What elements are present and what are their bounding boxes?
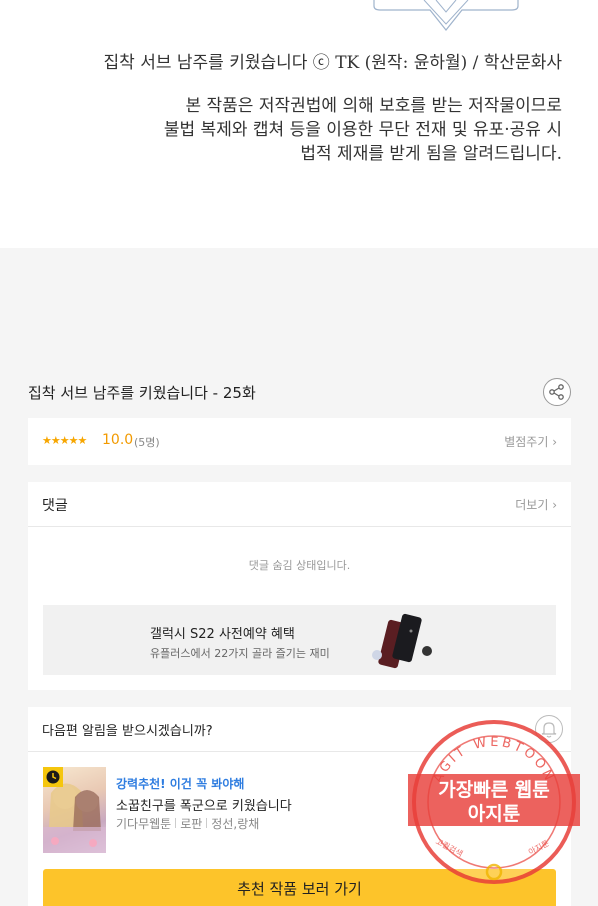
wait-free-badge <box>43 767 63 787</box>
recommended-meta: 기다무웹툰 로판 정선,랑채 <box>116 815 259 832</box>
phone-product-image <box>372 613 432 669</box>
clock-icon <box>46 770 60 784</box>
comments-more-link[interactable]: 더보기 › <box>515 496 557 513</box>
recommended-thumbnail[interactable] <box>43 767 106 853</box>
share-button[interactable] <box>543 378 571 406</box>
comments-card: 댓글 더보기 › 댓글 숨김 상태입니다. 갤럭시 S22 사전예약 혜택 유플… <box>28 482 571 690</box>
share-icon <box>549 384 564 400</box>
rate-button[interactable]: 별점주기 › <box>504 433 557 450</box>
comments-header: 댓글 더보기 › <box>28 482 571 527</box>
ad-headline: 갤럭시 S22 사전예약 혜택 <box>150 627 295 642</box>
meta-authors: 정선,랑채 <box>211 817 260 831</box>
agit-webtoon-watermark-stamp: AGIT WEBTOON 가장빠른 웹툰 아지툰 고퀄검색 아지툰 <box>408 720 580 884</box>
comments-title: 댓글 <box>42 498 68 514</box>
decorative-frame-graphic <box>373 0 519 31</box>
svg-text:가장빠른 웹툰: 가장빠른 웹툰 <box>438 779 550 801</box>
ad-banner[interactable]: 갤럭시 S22 사전예약 혜택 유플러스에서 22가지 골라 즐기는 재미 <box>43 605 556 675</box>
notice-line: 법적 제재를 받게 됨을 알려드립니다. <box>300 144 562 164</box>
comments-hidden-message: 댓글 숨김 상태입니다. <box>248 559 351 572</box>
notify-question: 다음편 알림을 받으시겠습니까? <box>42 724 213 739</box>
recommended-title[interactable]: 소꿉친구를 폭군으로 키웠습니다 <box>116 795 292 814</box>
star-rating-icons: ★★★★★ <box>42 434 87 447</box>
notice-line: 불법 복제와 캡쳐 등을 이용한 무단 전재 및 유포·공유 시 <box>163 120 562 140</box>
copyright-notice: 본 작품은 저작권법에 의해 보호를 받는 저작물이므로 불법 복제와 캡쳐 등… <box>164 94 562 166</box>
rating-count: (5명) <box>134 436 160 449</box>
ad-subline: 유플러스에서 22가지 골라 즐기는 재미 <box>150 647 330 660</box>
meta-category: 기다무웹툰 <box>116 817 172 831</box>
copyright-section: 집착 서브 남주를 키웠습니다 ⓒ TK (원작: 윤하월) / 학산문화사 본… <box>0 0 598 248</box>
recommend-tag: 강력추천! 이건 꼭 봐야해 <box>116 777 245 791</box>
notice-line: 본 작품은 저작권법에 의해 보호를 받는 저작물이므로 <box>185 96 562 116</box>
work-credit: 집착 서브 남주를 키웠습니다 ⓒ TK (원작: 윤하월) / 학산문화사 <box>103 53 562 73</box>
meta-genre: 로판 <box>180 817 203 831</box>
episode-title: 집착 서브 남주를 키웠습니다 - 25화 <box>28 384 256 402</box>
svg-text:아지툰: 아지툰 <box>468 803 520 825</box>
rating-score: 10.0 <box>102 432 134 448</box>
rating-card: ★★★★★ 10.0 (5명) 별점주기 › <box>28 418 571 465</box>
